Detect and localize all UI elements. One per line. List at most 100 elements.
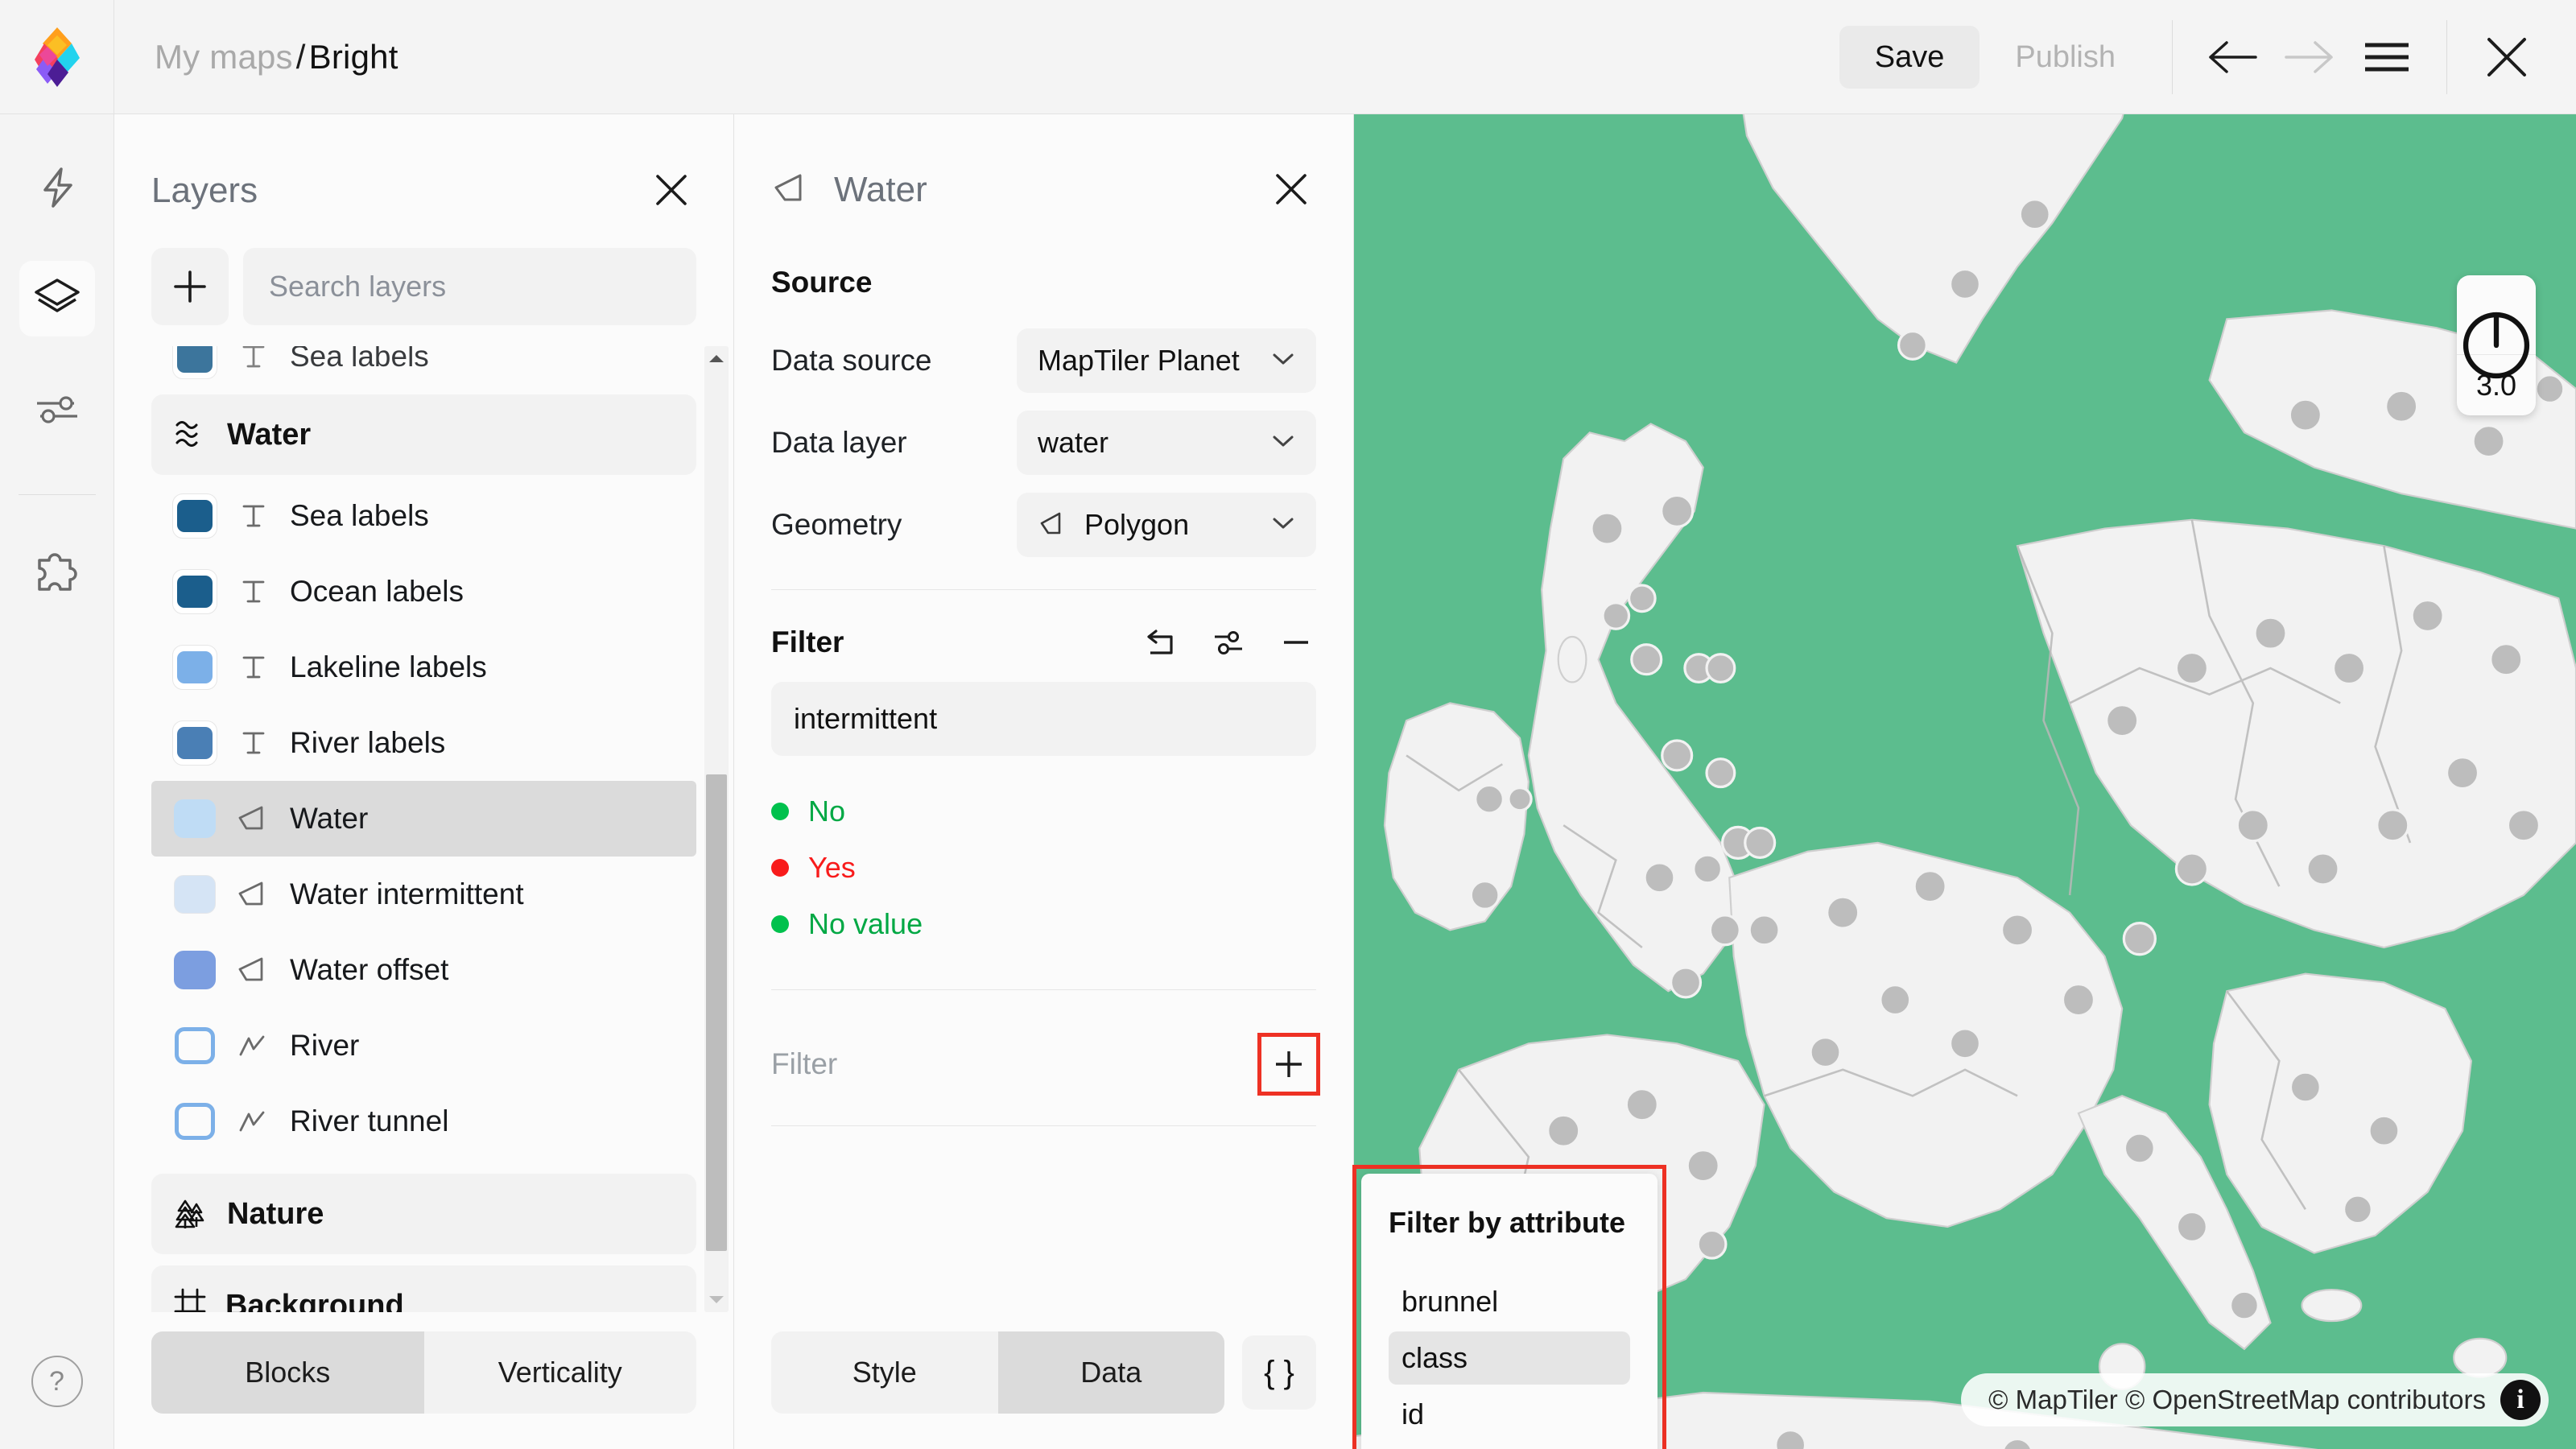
data-source-select[interactable]: MapTiler Planet	[1017, 328, 1316, 393]
polygon-icon	[1038, 509, 1071, 542]
layer-group-background[interactable]: Background	[151, 1265, 696, 1312]
undo-button[interactable]	[2194, 19, 2271, 96]
chevron-down-icon	[1271, 433, 1295, 453]
layer-color-swatch[interactable]	[172, 493, 217, 539]
minus-icon	[1279, 627, 1313, 658]
reset-filter-button[interactable]	[1141, 624, 1181, 661]
filter-value-no-value[interactable]: No value	[771, 896, 1316, 952]
layers-scrollbar[interactable]	[704, 346, 729, 1312]
close-detail-panel-button[interactable]	[1266, 164, 1316, 217]
search-layers-input[interactable]	[243, 248, 696, 325]
divider	[2446, 20, 2447, 94]
json-editor-button[interactable]: { }	[1242, 1335, 1316, 1410]
geometry-select[interactable]: Polygon	[1017, 493, 1316, 557]
field-data-layer: Data layer water	[771, 406, 1316, 480]
scroll-up-arrow-icon[interactable]	[704, 346, 729, 370]
rail-item-settings[interactable]	[19, 372, 95, 448]
layer-color-swatch[interactable]	[172, 796, 217, 841]
attribution-text[interactable]: © MapTiler © OpenStreetMap contributors	[1988, 1385, 2486, 1415]
source-section-title: Source	[771, 266, 1316, 299]
layer-color-swatch[interactable]	[172, 346, 217, 379]
maptiler-logo[interactable]	[0, 0, 114, 114]
compass-button[interactable]	[2457, 275, 2536, 354]
layer-color-swatch[interactable]	[172, 1099, 217, 1144]
layer-color-swatch[interactable]	[172, 645, 217, 690]
publish-button[interactable]: Publish	[1979, 26, 2151, 89]
plus-icon	[172, 269, 208, 304]
list-item[interactable]: Lakeline labels	[151, 630, 696, 705]
divider	[771, 589, 1316, 590]
layer-label: Ocean labels	[290, 575, 464, 609]
collapse-filter-button[interactable]	[1276, 624, 1316, 661]
layer-group-nature[interactable]: Nature	[151, 1174, 696, 1254]
close-layers-panel-button[interactable]	[646, 165, 696, 217]
menu-button[interactable]	[2348, 19, 2425, 96]
scrollbar-track[interactable]	[704, 370, 729, 1288]
close-editor-button[interactable]	[2468, 19, 2545, 96]
redo-button[interactable]	[2271, 19, 2348, 96]
add-layer-button[interactable]	[151, 248, 229, 325]
tab-style[interactable]: Style	[771, 1331, 998, 1414]
tab-data[interactable]: Data	[998, 1331, 1225, 1414]
layer-color-swatch[interactable]	[172, 872, 217, 917]
info-icon[interactable]: i	[2500, 1380, 2541, 1420]
list-item[interactable]: Sea labels	[151, 346, 696, 394]
layers-list: Sea labels Water	[151, 346, 696, 1312]
filter-attribute-value: intermittent	[794, 702, 937, 736]
filter-section-header: Filter	[771, 624, 1316, 661]
help-button[interactable]: ?	[31, 1356, 83, 1407]
status-dot	[771, 915, 789, 933]
list-item[interactable]: River labels	[151, 705, 696, 781]
layer-color-swatch[interactable]	[172, 1023, 217, 1068]
field-value: MapTiler Planet	[1038, 344, 1240, 378]
layer-color-swatch[interactable]	[172, 947, 217, 993]
scrollbar-thumb[interactable]	[706, 774, 727, 1252]
attribute-option-class[interactable]: class	[1389, 1331, 1630, 1385]
status-dot	[771, 803, 789, 820]
rail-item-quick-actions[interactable]	[19, 150, 95, 225]
list-item[interactable]: River	[151, 1008, 696, 1084]
breadcrumb-root[interactable]: My maps	[155, 38, 293, 76]
layer-group-label: Nature	[227, 1197, 324, 1232]
data-layer-select[interactable]: water	[1017, 411, 1316, 475]
map-attribution: © MapTiler © OpenStreetMap contributors …	[1961, 1373, 2549, 1426]
trees-icon	[172, 1195, 209, 1234]
list-item[interactable]: Sea labels	[151, 478, 696, 554]
list-item[interactable]: River tunnel	[151, 1084, 696, 1159]
filter-section-title: Filter	[771, 625, 844, 659]
list-item[interactable]: Ocean labels	[151, 554, 696, 630]
hamburger-menu-icon	[2363, 40, 2410, 74]
list-item-water[interactable]: Water	[151, 781, 696, 857]
list-item[interactable]: Water offset	[151, 932, 696, 1008]
rail-item-plugins[interactable]	[19, 534, 95, 609]
tab-blocks[interactable]: Blocks	[151, 1331, 424, 1414]
attribute-option-id[interactable]: id	[1389, 1388, 1630, 1441]
detail-panel-footer: Style Data { }	[734, 1315, 1353, 1449]
close-icon	[653, 171, 690, 208]
text-icon	[233, 576, 274, 608]
rail-item-layers[interactable]	[19, 261, 95, 336]
swatch-fill	[177, 727, 213, 759]
layer-color-swatch[interactable]	[172, 569, 217, 614]
filter-value-no[interactable]: No	[771, 783, 1316, 840]
layers-panel-footer: Blocks Verticality	[114, 1312, 733, 1449]
layer-detail-panel: Water Source Data source MapTiler Planet	[734, 114, 1354, 1449]
polygon-icon	[233, 803, 274, 835]
filter-value-yes[interactable]: Yes	[771, 840, 1316, 896]
text-icon	[233, 346, 274, 373]
list-item[interactable]: Water intermittent	[151, 857, 696, 932]
layer-label: River labels	[290, 726, 445, 760]
swatch-fill	[174, 875, 216, 914]
arrow-right-icon	[2285, 39, 2334, 75]
layer-group-water[interactable]: Water	[151, 394, 696, 475]
layer-color-swatch[interactable]	[172, 720, 217, 766]
save-button[interactable]: Save	[1839, 26, 1980, 89]
scroll-down-arrow-icon[interactable]	[704, 1288, 729, 1312]
filter-settings-button[interactable]	[1208, 624, 1249, 661]
filter-attribute-input[interactable]: intermittent	[771, 682, 1316, 756]
add-filter-button[interactable]	[1261, 1037, 1316, 1092]
attribute-option-brunnel[interactable]: brunnel	[1389, 1275, 1630, 1328]
divider	[771, 1125, 1316, 1126]
tab-verticality[interactable]: Verticality	[424, 1331, 697, 1414]
zoom-control: 3.0	[2457, 275, 2536, 415]
